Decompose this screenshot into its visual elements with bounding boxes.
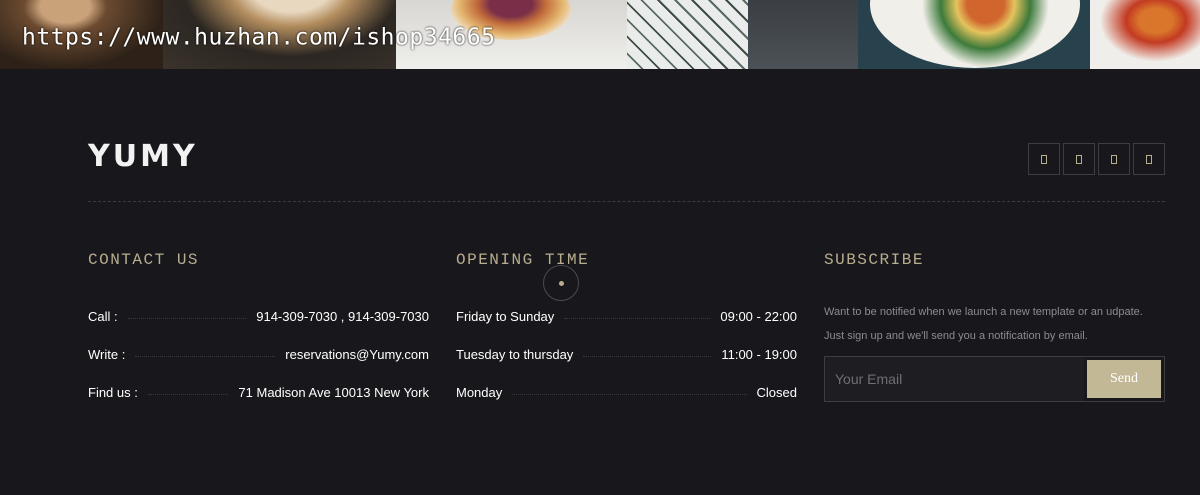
dotted-leader [512, 393, 747, 395]
footer-divider [88, 201, 1165, 202]
contact-row-find: Find us : 71 Madison Ave 10013 New York [88, 373, 429, 411]
gallery-photo[interactable] [1090, 0, 1200, 69]
social-link-1[interactable] [1028, 143, 1060, 175]
hours-row: Tuesday to thursday 11:00 - 19:00 [456, 335, 797, 373]
social-icon-1 [1041, 154, 1047, 164]
contact-label: Call : [88, 308, 118, 324]
contact-title: CONTACT US [88, 251, 200, 269]
social-icon-4 [1146, 154, 1152, 164]
opening-time-section: OPENING TIME Friday to Sunday 09:00 - 22… [456, 250, 797, 411]
subscribe-line: Want to be notified when we launch a new… [824, 306, 1143, 318]
gallery-photo[interactable] [858, 0, 1090, 69]
subscribe-line: Just sign up and we'll send you a notifi… [824, 330, 1088, 342]
footer-logo[interactable]: YUMY [88, 139, 198, 174]
subscribe-description: Want to be notified when we launch a new… [824, 300, 1165, 348]
cursor-indicator [543, 265, 579, 301]
opening-time-title: OPENING TIME [456, 251, 590, 269]
hours-day: Friday to Sunday [456, 308, 555, 324]
hours-row: Monday Closed [456, 373, 797, 411]
contact-phone[interactable]: 914-309-7030 , 914-309-7030 [256, 309, 429, 324]
dotted-leader [583, 355, 712, 357]
social-link-3[interactable] [1098, 143, 1130, 175]
hours-time: 09:00 - 22:00 [720, 308, 797, 324]
social-links [1028, 143, 1165, 175]
dotted-leader [135, 355, 276, 357]
hours-time: 11:00 - 19:00 [721, 346, 797, 362]
contact-row-call: Call : 914-309-7030 , 914-309-7030 [88, 297, 429, 335]
hours-day: Tuesday to thursday [456, 346, 574, 362]
subscribe-section: SUBSCRIBE Want to be notified when we la… [824, 250, 1165, 402]
social-link-2[interactable] [1063, 143, 1095, 175]
email-input[interactable] [825, 357, 1084, 401]
contact-email[interactable]: reservations@Yumy.com [285, 347, 429, 362]
photo-gallery-strip: https://www.huzhan.com/ishop34665 [0, 0, 1200, 69]
social-link-4[interactable] [1133, 143, 1165, 175]
subscribe-form: Send [824, 356, 1165, 402]
hours-day: Monday [456, 384, 503, 400]
subscribe-title: SUBSCRIBE [824, 251, 924, 269]
contact-address: 71 Madison Ave 10013 New York [238, 384, 429, 400]
contact-section: CONTACT US Call : 914-309-7030 , 914-309… [88, 250, 429, 411]
send-button[interactable]: Send [1086, 359, 1162, 399]
contact-row-write: Write : reservations@Yumy.com [88, 335, 429, 373]
hours-time: Closed [756, 384, 797, 400]
dotted-leader [564, 317, 711, 319]
contact-label: Find us : [88, 384, 138, 400]
gallery-photo[interactable] [627, 0, 858, 69]
dotted-leader [127, 317, 247, 319]
hours-row: Friday to Sunday 09:00 - 22:00 [456, 297, 797, 335]
social-icon-3 [1111, 154, 1117, 164]
contact-label: Write : [88, 346, 126, 362]
dotted-leader [147, 393, 229, 395]
social-icon-2 [1076, 154, 1082, 164]
watermark-text: https://www.huzhan.com/ishop34665 [22, 24, 496, 51]
